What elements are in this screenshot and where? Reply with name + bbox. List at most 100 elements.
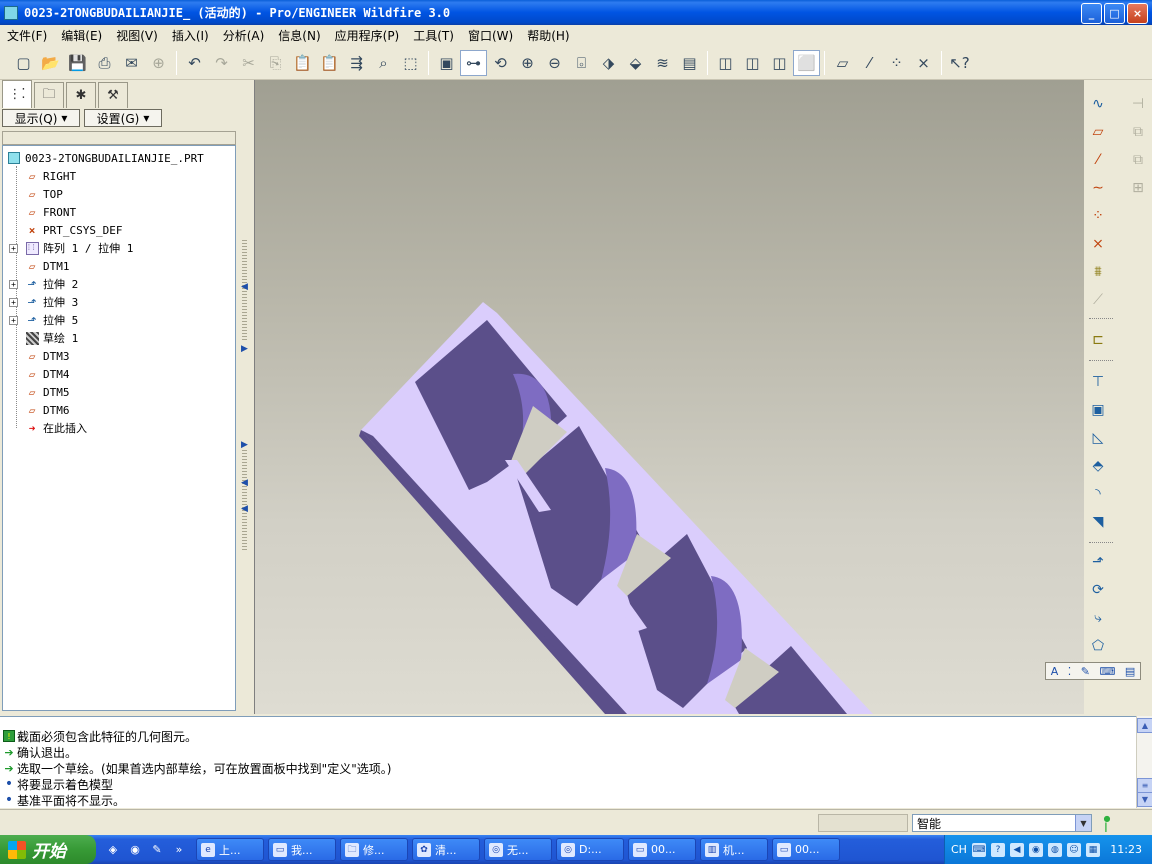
taskbar-item[interactable]: ▭ 00... (772, 838, 840, 861)
boundary-blend-icon[interactable]: ⬠ (1086, 634, 1110, 658)
menu-tools[interactable]: 工具(T) (406, 27, 461, 44)
reorient-icon[interactable]: ⬗ (595, 50, 622, 76)
tree-item-sketch-1[interactable]: 草绘 1 (25, 329, 78, 347)
datum-planes-display-icon[interactable]: ▱ (829, 50, 856, 76)
tree-item-dtm3[interactable]: ▱ DTM3 (25, 347, 70, 365)
saved-views-icon[interactable]: ⬙ (622, 50, 649, 76)
menu-window[interactable]: 窗口(W) (461, 27, 520, 44)
connections-tab-icon[interactable]: ⚒ (98, 82, 128, 108)
taskbar-item[interactable]: ✿ 清... (412, 838, 480, 861)
tree-item-insert-here[interactable]: ➜ 在此插入 (25, 419, 87, 437)
taskbar-item[interactable]: ◎ D:... (556, 838, 624, 861)
revolve-tool-icon[interactable]: ⟳ (1086, 578, 1110, 602)
extrude-tool-icon[interactable]: ⬏ (1086, 550, 1110, 574)
menu-applications[interactable]: 应用程序(P) (328, 27, 407, 44)
model-tree-tab-icon[interactable]: ⋮⁚ (2, 80, 32, 108)
selection-filter-select[interactable]: 智能 ▼ (912, 814, 1092, 832)
repaint-icon[interactable]: ▣ (433, 50, 460, 76)
expand-icon[interactable]: + (9, 315, 18, 325)
round-tool-icon[interactable]: ◝ (1086, 482, 1110, 506)
rib-tool-icon[interactable]: ◺ (1086, 426, 1110, 450)
save-icon[interactable]: 💾 (64, 50, 91, 76)
taskbar-item[interactable]: ▭ 00... (628, 838, 696, 861)
wireframe-icon[interactable]: ◫ (712, 50, 739, 76)
table-icon[interactable]: ▤ (1125, 665, 1135, 678)
shading-icon[interactable]: ⬜ (793, 49, 820, 76)
settings-dropdown[interactable]: 设置(G) ▾ (84, 109, 162, 127)
csys-display-icon[interactable]: ⨯ (910, 50, 937, 76)
spin-center-icon[interactable]: ⊶ (460, 49, 487, 76)
tree-item-dtm5[interactable]: ▱ DTM5 (25, 383, 70, 401)
zoom-in-icon[interactable]: ⊕ (514, 50, 541, 76)
undo-icon[interactable]: ↶ (181, 50, 208, 76)
datum-axis-tool-icon[interactable]: ⁄ (1086, 148, 1110, 172)
menu-help[interactable]: 帮助(H) (520, 27, 576, 44)
datum-axes-display-icon[interactable]: ⁄ (856, 50, 883, 76)
close-button[interactable]: × (1127, 3, 1148, 24)
analysis-tool-icon[interactable]: ⩩ (1086, 260, 1110, 284)
start-button[interactable]: 开始 (0, 835, 96, 864)
graphics-window[interactable] (254, 80, 1084, 714)
paste-special-icon[interactable]: 📋 (316, 50, 343, 76)
tree-item-dtm1[interactable]: ▱ DTM1 (25, 257, 70, 275)
annotation-tool-icon[interactable]: ⊏ (1086, 328, 1110, 352)
quicklaunch-app-icon[interactable]: ◈ (104, 841, 122, 859)
expand-icon[interactable]: + (9, 243, 18, 253)
scroll-thumb[interactable]: ≡ (1137, 778, 1152, 793)
zoom-out-icon[interactable]: ⊖ (541, 50, 568, 76)
sketch-tool-icon[interactable]: ∿ (1086, 92, 1110, 116)
quicklaunch-tool-icon[interactable]: ✎ (148, 841, 166, 859)
intersect-icon[interactable]: ⧉ (1126, 148, 1150, 172)
tree-item-right[interactable]: ▱ RIGHT (25, 167, 76, 185)
network-icon[interactable]: ◍ (1047, 842, 1062, 857)
orient-mode-icon[interactable]: ⟲ (487, 50, 514, 76)
merge-icon[interactable]: ⧉ (1126, 120, 1150, 144)
taskbar-item[interactable]: ◎ 无... (484, 838, 552, 861)
sweep-tool-icon[interactable]: ⤷ (1086, 606, 1110, 630)
favorites-tab-icon[interactable]: ✱ (66, 82, 96, 108)
scroll-up-icon[interactable]: ▲ (1137, 718, 1152, 733)
view-manager-icon[interactable]: ▤ (676, 50, 703, 76)
find-icon[interactable]: ⌕ (370, 50, 397, 76)
new-file-icon[interactable]: ▢ (10, 50, 37, 76)
ref-icon[interactable]: ⟋ (1086, 288, 1110, 312)
draft-tool-icon[interactable]: ⬘ (1086, 454, 1110, 478)
open-folder-icon[interactable]: 📂 (37, 50, 64, 76)
menu-file[interactable]: 文件(F) (0, 27, 54, 44)
more-chevron-icon[interactable]: » (170, 841, 188, 859)
qq-icon[interactable]: ☺ (1066, 842, 1081, 857)
menu-info[interactable]: 信息(N) (271, 27, 327, 44)
copy-icon[interactable]: ⎘ (262, 50, 289, 76)
restore-button[interactable]: □ (1104, 3, 1125, 24)
language-indicator[interactable]: CH (951, 843, 967, 856)
taskbar-item[interactable]: 🗀 修... (340, 838, 408, 861)
navigator-splitter[interactable]: ◀ ▶ ▶ ◀ ◀ (238, 80, 254, 714)
taskbar-item[interactable]: ▥ 机... (700, 838, 768, 861)
tree-item-extrude-2[interactable]: + ⬏ 拉伸 2 (9, 275, 78, 293)
message-scrollbar[interactable]: ▲ ≡ ▼ (1136, 716, 1152, 808)
expand-right-icon[interactable]: ▶ (241, 344, 248, 354)
hole-tool-icon[interactable]: ⊤ (1086, 370, 1110, 394)
splitter-grip[interactable] (242, 450, 247, 550)
taskbar-item[interactable]: ▭ 我... (268, 838, 336, 861)
expand-right-icon[interactable]: ▶ (241, 440, 248, 450)
datum-point-tool-icon[interactable]: ⁘ (1086, 204, 1110, 228)
tree-item-extrude-3[interactable]: + ⬏ 拉伸 3 (9, 293, 78, 311)
pattern-tool-icon[interactable]: ⊞ (1126, 176, 1150, 200)
collapse-left-icon[interactable]: ◀ (241, 478, 248, 488)
keyboard-icon[interactable]: ⌨ (1099, 665, 1115, 678)
folder-browser-tab-icon[interactable]: 🗀 (34, 82, 64, 108)
datum-points-display-icon[interactable]: ⁘ (883, 50, 910, 76)
media-player-icon[interactable]: ◉ (126, 841, 144, 859)
datum-plane-tool-icon[interactable]: ▱ (1086, 120, 1110, 144)
tray-expand-icon[interactable]: ◀ (1009, 842, 1024, 857)
expand-icon[interactable]: + (9, 297, 18, 307)
menu-edit[interactable]: 编辑(E) (54, 27, 109, 44)
chevron-down-icon[interactable]: ▼ (1075, 815, 1091, 831)
camera-icon[interactable]: ◉ (1028, 842, 1043, 857)
send-link-icon[interactable]: ⊕ (145, 50, 172, 76)
redo-icon[interactable]: ↷ (208, 50, 235, 76)
refit-icon[interactable]: ⌻ (568, 50, 595, 76)
tree-item-dtm6[interactable]: ▱ DTM6 (25, 401, 70, 419)
tree-item-pattern-1[interactable]: + ⁞⁞ 阵列 1 / 拉伸 1 (9, 239, 133, 257)
